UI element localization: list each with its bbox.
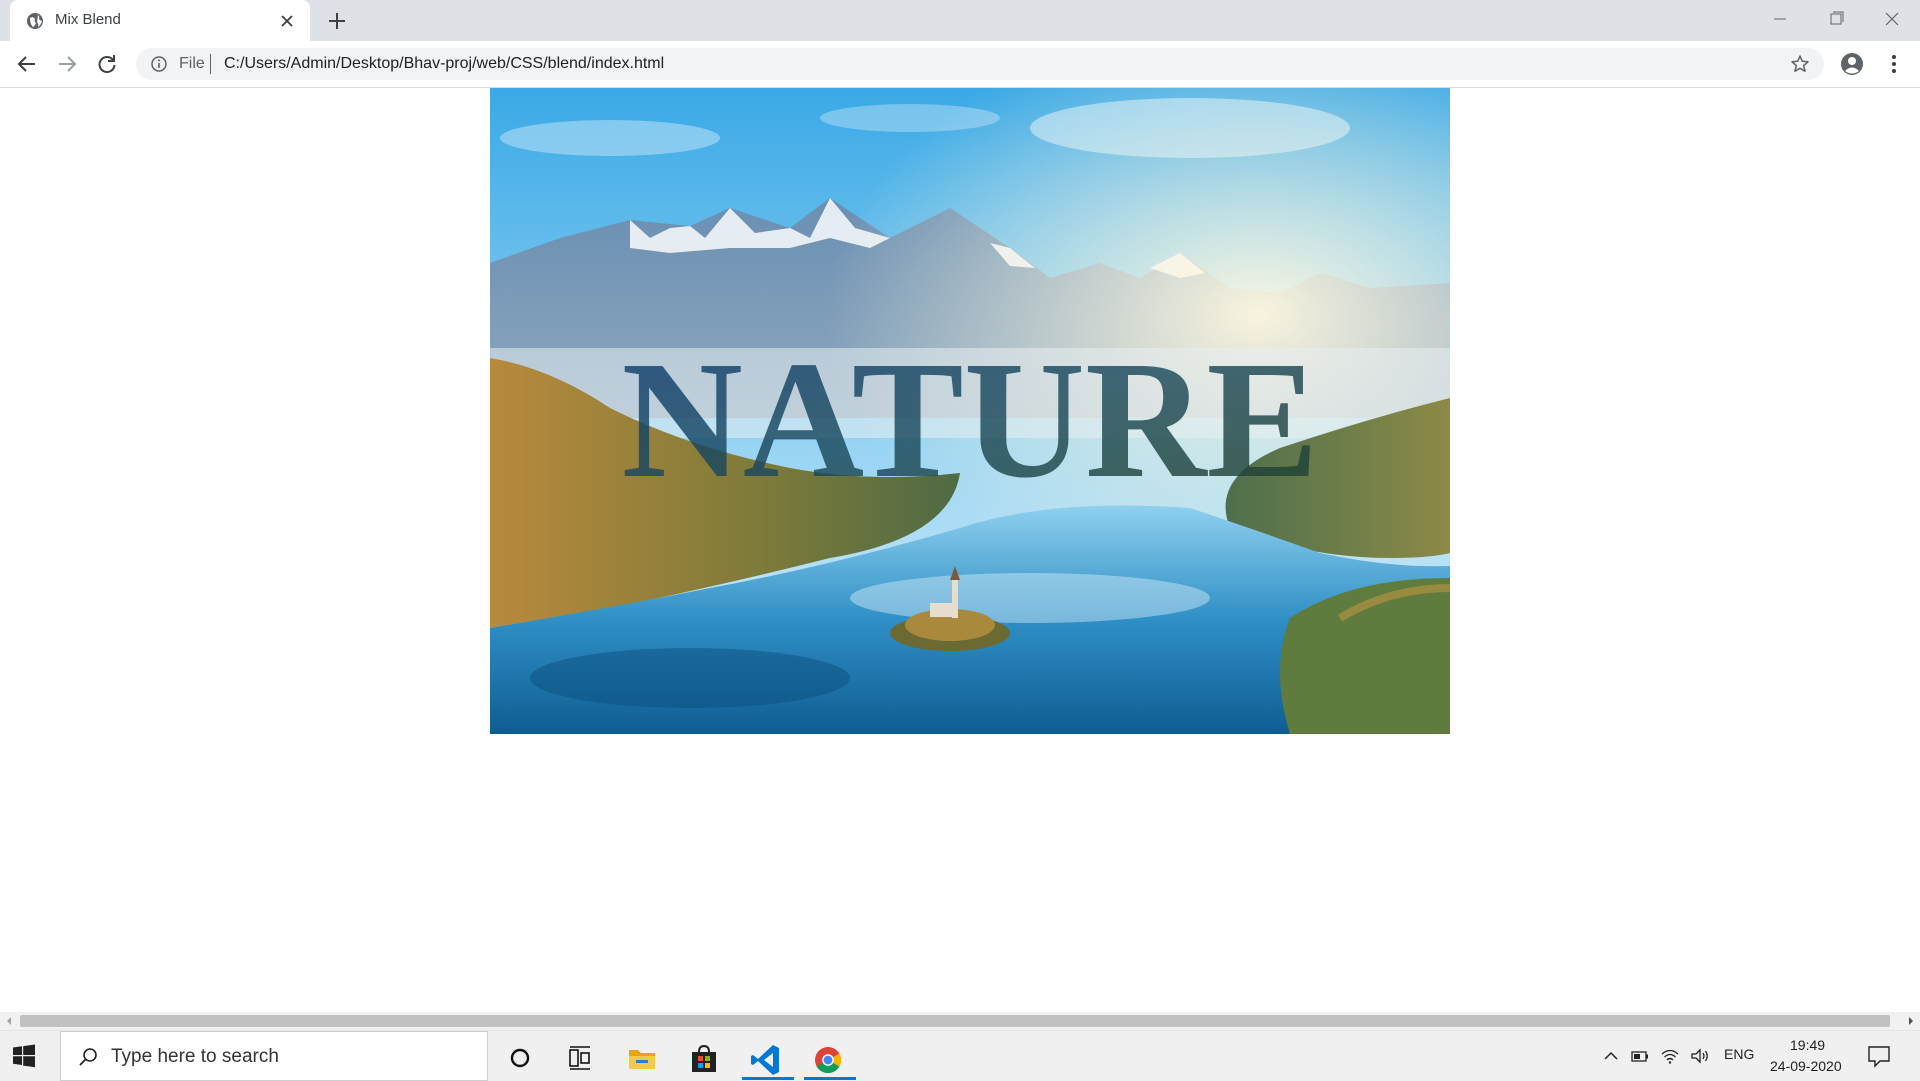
search-icon xyxy=(79,1048,97,1066)
address-bar[interactable]: File C:/Users/Admin/Desktop/Bhav-proj/we… xyxy=(136,48,1824,80)
input-language[interactable]: ENG xyxy=(1724,1046,1754,1062)
scroll-right-arrow-icon[interactable] xyxy=(1904,1015,1918,1027)
restore-icon[interactable] xyxy=(1808,0,1864,41)
scrollbar-thumb[interactable] xyxy=(20,1015,1890,1027)
new-tab-icon[interactable] xyxy=(324,10,350,32)
clock-time[interactable]: 19:49 xyxy=(1790,1037,1825,1053)
taskbar-search-box[interactable]: Type here to search xyxy=(60,1031,488,1081)
address-url[interactable]: C:/Users/Admin/Desktop/Bhav-proj/web/CSS… xyxy=(224,55,664,73)
mountain-lake-landscape: NATURE xyxy=(490,88,1450,734)
browser-toolbar: File C:/Users/Admin/Desktop/Bhav-proj/we… xyxy=(0,41,1920,88)
page-viewport: NATURE xyxy=(0,88,1920,1014)
close-window-icon[interactable] xyxy=(1864,0,1920,41)
tab-strip: Mix Blend xyxy=(0,0,1920,41)
profile-avatar-icon[interactable] xyxy=(1838,50,1866,78)
notification-center-icon[interactable] xyxy=(1866,1044,1892,1068)
browser-tab[interactable]: Mix Blend xyxy=(10,0,310,41)
volume-icon[interactable] xyxy=(1690,1046,1710,1066)
minimize-icon[interactable] xyxy=(1752,0,1808,41)
horizontal-scrollbar[interactable] xyxy=(0,1012,1920,1030)
forward-icon[interactable] xyxy=(54,51,80,77)
file-explorer-icon[interactable] xyxy=(622,1040,662,1080)
hero-title: NATURE xyxy=(622,327,1319,513)
battery-icon[interactable] xyxy=(1630,1046,1650,1066)
google-chrome-icon[interactable] xyxy=(808,1040,848,1080)
globe-icon xyxy=(27,13,43,29)
address-divider xyxy=(210,54,211,74)
close-tab-icon[interactable] xyxy=(278,12,296,30)
taskbar: Type here to search ENG 19:49 24-09-2020 xyxy=(0,1030,1920,1081)
hero-image: NATURE xyxy=(490,88,1450,734)
scroll-left-arrow-icon[interactable] xyxy=(2,1015,16,1027)
back-icon[interactable] xyxy=(14,51,40,77)
windows-start-icon[interactable] xyxy=(12,1044,36,1068)
info-icon[interactable] xyxy=(150,55,168,73)
cortana-icon[interactable] xyxy=(500,1040,540,1080)
wifi-icon[interactable] xyxy=(1660,1046,1680,1066)
reload-icon[interactable] xyxy=(94,51,120,77)
address-scheme: File xyxy=(179,55,205,72)
more-menu-icon[interactable] xyxy=(1880,50,1908,78)
clock-date[interactable]: 24-09-2020 xyxy=(1770,1058,1842,1074)
task-view-icon[interactable] xyxy=(560,1040,600,1080)
chevron-up-icon[interactable] xyxy=(1601,1046,1621,1066)
search-placeholder: Type here to search xyxy=(111,1046,279,1067)
bookmark-star-icon[interactable] xyxy=(1790,54,1810,74)
tab-title: Mix Blend xyxy=(55,11,121,28)
microsoft-store-icon[interactable] xyxy=(684,1040,724,1080)
visual-studio-code-icon[interactable] xyxy=(746,1040,786,1080)
